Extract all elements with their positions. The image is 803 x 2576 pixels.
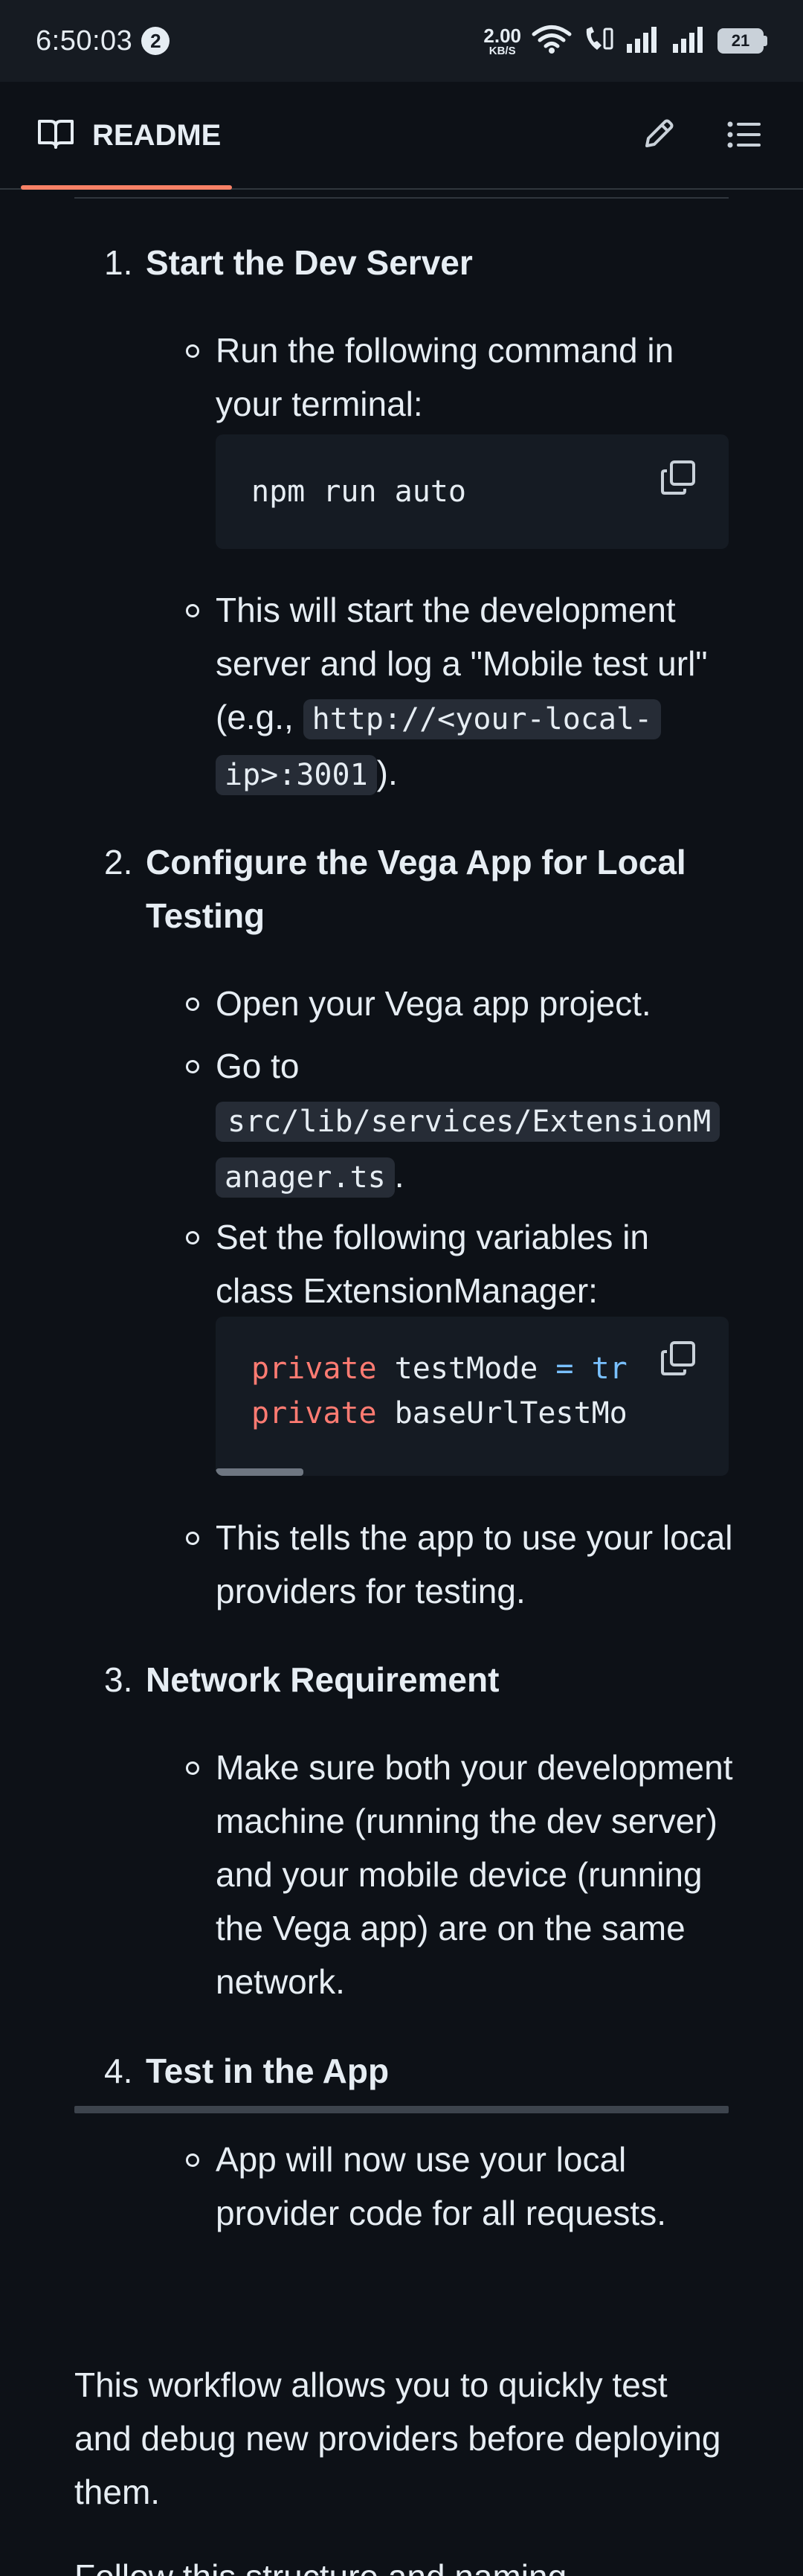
tab-readme-label: README <box>92 119 222 152</box>
section-divider <box>74 197 729 199</box>
list-icon <box>726 120 762 153</box>
bullet-text: Run the following command in your termin… <box>216 331 674 423</box>
bullet-icon <box>186 2153 199 2167</box>
step-4: 4. Test in the App <box>104 2044 711 2098</box>
step-title: Network Requirement <box>146 1660 500 1699</box>
network-speed: 2.00 KB/S <box>483 26 521 57</box>
copy-button[interactable] <box>657 458 699 500</box>
bullet-text: This tells the app to use your local pro… <box>216 1518 733 1610</box>
inline-code-path-cont: anager.ts <box>216 1157 395 1198</box>
code-keyword: private <box>251 1352 377 1386</box>
battery-level: 21 <box>717 28 764 54</box>
inline-code-path: src/lib/services/ExtensionM <box>216 1102 720 1142</box>
partial-paragraph: Follow this structure and naming <box>74 2550 729 2576</box>
edit-button[interactable] <box>631 109 686 164</box>
bullet-icon <box>186 998 199 1011</box>
step-2: 2. Configure the Vega App for Local Test… <box>104 835 711 942</box>
table-of-contents-button[interactable] <box>717 109 772 164</box>
step-3: 3. Network Requirement <box>104 1653 711 1706</box>
step-1: 1. Start the Dev Server <box>104 236 711 289</box>
bullet-text-part: Go to <box>216 1047 300 1085</box>
bullet-icon <box>186 1060 199 1073</box>
step-number: 3. <box>104 1660 133 1699</box>
bullet-icon <box>186 1231 199 1244</box>
book-icon <box>37 118 74 153</box>
battery-icon: 21 <box>717 28 767 54</box>
bullet-icon <box>186 1532 199 1545</box>
step-number: 2. <box>104 843 133 881</box>
step-number: 4. <box>104 2052 133 2090</box>
code-block-variables: private testMode = tr private baseUrlTes… <box>216 1317 729 1476</box>
bullet-text-end: . <box>394 1156 404 1195</box>
code-block-command: npm run auto <box>216 434 729 549</box>
code-text: private testMode = tr private baseUrlTes… <box>216 1317 729 1436</box>
signal-strength-icon-1 <box>625 26 661 57</box>
code-identifier: testMode <box>376 1352 556 1386</box>
copy-icon <box>660 1340 697 1381</box>
code-keyword: private <box>251 1396 377 1430</box>
readme-header: README <box>0 82 803 190</box>
step-title: Configure the Vega App for Local Testing <box>146 843 686 935</box>
active-tab-underline <box>21 185 232 190</box>
step-title: Start the Dev Server <box>146 243 473 282</box>
status-icons: 2.00 KB/S 21 <box>483 25 767 58</box>
network-speed-value: 2.00 <box>483 24 521 47</box>
bullet-icon <box>186 344 199 358</box>
bullet-text: Open your Vega app project. <box>216 984 651 1023</box>
inline-code-url: http://<your-local- <box>303 699 662 739</box>
copy-button[interactable] <box>657 1339 699 1381</box>
list-item: Make sure both your development machine … <box>186 1741 736 2008</box>
bullet-icon <box>186 1761 199 1775</box>
list-item: This will start the development server a… <box>186 583 736 802</box>
step-title: Test in the App <box>146 2052 390 2090</box>
horizontal-rule <box>74 2106 729 2113</box>
closing-paragraph: This workflow allows you to quickly test… <box>74 2365 721 2511</box>
status-time: 6:50:03 <box>36 25 133 57</box>
wifi-calling-icon <box>582 25 615 58</box>
code-operator: = tr <box>555 1352 628 1386</box>
pencil-icon <box>641 118 675 155</box>
bullet-text-end: ). <box>376 754 398 792</box>
code-text: npm run auto <box>251 475 466 509</box>
bullet-text: Go to src/lib/services/ExtensionM anager.t… <box>216 1039 736 1204</box>
network-speed-unit: KB/S <box>488 44 516 57</box>
list-item: Set the following variables in class Ext… <box>186 1210 736 1317</box>
list-item: App will now use your local provider cod… <box>186 2133 736 2240</box>
wifi-icon <box>532 25 572 58</box>
list-item: Open your Vega app project. <box>186 977 736 1030</box>
notification-count-badge: 2 <box>141 27 170 55</box>
step-number: 1. <box>104 243 133 282</box>
bullet-text: Set the following variables in class Ext… <box>216 1218 649 1310</box>
signal-strength-icon-2 <box>671 26 707 57</box>
inline-code-port: ip>:3001 <box>216 755 377 795</box>
code-identifier: baseUrlTestMo <box>376 1396 628 1430</box>
bullet-text: App will now use your local provider cod… <box>216 2140 666 2232</box>
copy-icon <box>660 459 697 500</box>
horizontal-scrollbar[interactable] <box>216 1468 303 1476</box>
bullet-icon <box>186 604 199 617</box>
bullet-text: This will start the development server a… <box>216 583 736 802</box>
readme-content: 1. Start the Dev Server Run the followin… <box>0 191 803 2576</box>
tab-readme[interactable]: README <box>21 82 232 190</box>
list-item: Run the following command in your termin… <box>186 324 736 431</box>
list-item: This tells the app to use your local pro… <box>186 1511 736 1618</box>
status-bar: 6:50:03 2 2.00 KB/S 21 <box>0 0 803 82</box>
bullet-text: Make sure both your development machine … <box>216 1748 733 2001</box>
list-item: Go to src/lib/services/ExtensionM anager.t… <box>186 1039 736 1204</box>
